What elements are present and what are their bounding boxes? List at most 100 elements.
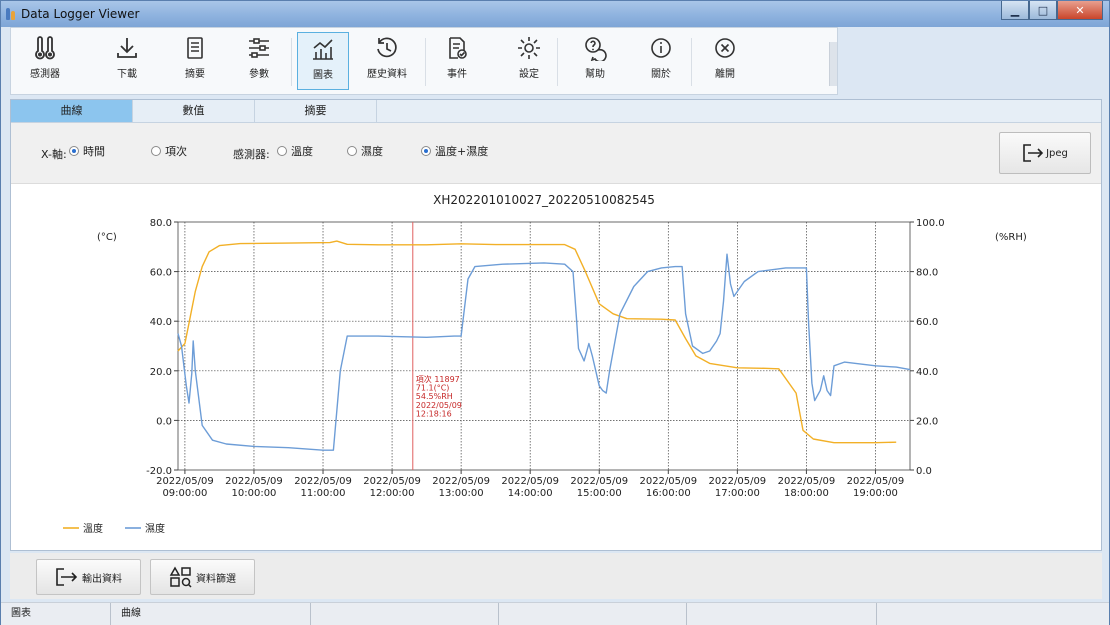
toolbar-label: 感測器 [30,69,60,80]
radio-label: 項次 [165,145,187,158]
y-tick-label-right: 100.0 [916,218,945,229]
x-tick-label-date: 2022/05/09 [501,476,559,487]
toolbar-label: 圖表 [313,70,333,81]
xaxis-time-radio[interactable]: 時間 [69,143,105,159]
xaxis-label: X-軸: [41,148,67,161]
x-tick-label-date: 2022/05/09 [778,476,836,487]
x-tick-label-date: 2022/05/09 [156,476,214,487]
toolbar-separator [425,38,426,86]
chart-title: XH202201010027_20220510082545 [433,193,655,207]
history-icon [377,37,397,58]
y-tick-label-left: 0.0 [156,416,172,427]
toolbar-help-button[interactable]: 幫助 [569,32,621,90]
y-tick-label-right: 60.0 [916,317,938,328]
window-title: Data Logger Viewer [21,7,140,21]
toolbar-label: 摘要 [185,69,205,80]
close-icon: ✕ [1075,3,1085,17]
y-tick-label-right: 40.0 [916,367,938,378]
toolbar-params-button[interactable]: 參數 [233,32,285,90]
document-icon [187,37,203,59]
plot-frame [177,221,911,471]
legend-label: 濕度 [145,522,165,535]
export-jpeg-label: Jpeg [1046,147,1068,159]
export-data-button[interactable]: 輸出資料 [36,559,141,595]
minimize-icon: ▁ [1010,3,1020,17]
toolbar-download-button[interactable]: 下載 [101,32,153,90]
toolbar-sensor-button[interactable]: 感測器 [19,32,71,90]
toolbar-about-button[interactable]: 關於 [635,32,687,90]
help-icon [585,37,607,61]
x-tick-label-date: 2022/05/09 [570,476,628,487]
maximize-button[interactable]: □ [1029,1,1057,20]
y-axis-left-label: (°C) [97,232,117,243]
toolbar-label: 幫助 [585,69,605,80]
app-window: Data Logger Viewer ▁ □ ✕ 感測器 下載 摘要 參數 圖表 [0,0,1110,625]
line-chart: XH202201010027_20220510082545 (°C) (%RH) 80… [63,193,1027,535]
app-logo-icon [6,8,18,20]
toolbar-label: 參數 [249,69,269,80]
window-controls: ▁ □ ✕ [1001,1,1103,20]
x-tick-label-time: 17:00:00 [715,488,760,499]
minimize-button[interactable]: ▁ [1001,1,1029,20]
toolbar-summary-button[interactable]: 摘要 [169,32,221,90]
toolbar-label: 歷史資料 [367,69,407,80]
sensor-both-radio[interactable]: 溫度+濕度 [421,143,488,159]
toolbar-settings-button[interactable]: 設定 [503,32,555,90]
toolbar-separator [691,38,692,86]
gear-icon [518,37,540,59]
tab-summary[interactable]: 摘要 [255,100,377,122]
y-tick-label-left: 80.0 [150,218,172,229]
status-cell-mode: 曲線 [111,603,311,625]
x-tick-label-time: 18:00:00 [784,488,829,499]
toolbar-history-button[interactable]: 歷史資料 [361,32,413,90]
chart-area: XH202201010027_20220510082545 (°C) (%RH) 80… [11,184,1101,550]
y-tick-label-left: 60.0 [150,268,172,279]
tab-strip: 曲線 數值 摘要 [11,100,1101,123]
export-icon [1023,144,1044,162]
radio-selected-icon [421,146,431,156]
toolbar-chart-button[interactable]: 圖表 [297,32,349,90]
toolbar-exit-button[interactable]: 離開 [699,32,751,90]
sensor-hum-radio[interactable]: 濕度 [347,143,383,159]
sensor-label: 感測器: [233,148,270,161]
radio-label: 溫度+濕度 [435,145,489,158]
filter-data-button[interactable]: 資料篩選 [150,559,255,595]
tab-values[interactable]: 數值 [133,100,255,122]
series-line-humidity [177,253,911,451]
tab-curve[interactable]: 曲線 [11,100,133,122]
status-cell [499,603,687,625]
event-icon [449,37,467,59]
radio-icon [347,146,357,156]
x-tick-label-time: 14:00:00 [508,488,553,499]
bottom-action-bar: 輸出資料 資料篩選 [10,553,1102,599]
legend-label: 溫度 [83,522,103,535]
radio-icon [151,146,161,156]
x-tick-label-time: 11:00:00 [301,488,346,499]
x-tick-label-time: 12:00:00 [370,488,415,499]
radio-label: 濕度 [361,145,383,158]
radio-label: 時間 [83,145,105,158]
chart-icon [313,39,333,60]
maximize-icon: □ [1037,3,1049,17]
cursor-marker-text: 12:18:16 [416,409,452,418]
toolbar-label: 離開 [715,69,735,80]
toolbar-separator [291,38,292,86]
x-tick-label-time: 09:00:00 [162,488,207,499]
radio-label: 溫度 [291,145,313,158]
status-cell [311,603,499,625]
export-jpeg-button[interactable]: Jpeg [999,132,1091,174]
chart-options-row: X-軸: 時間 項次 感測器: 溫度 濕度 溫度+濕度 Jpeg [11,123,1101,184]
close-window-button[interactable]: ✕ [1057,1,1103,20]
toolbar-grip[interactable] [829,42,837,86]
chart-panel: 曲線 數值 摘要 X-軸: 時間 項次 感測器: 溫度 濕度 溫度+濕度 Jpe… [10,99,1102,551]
toolbar-event-button[interactable]: 事件 [431,32,483,90]
y-tick-label-left: 20.0 [150,367,172,378]
xaxis-count-radio[interactable]: 項次 [151,143,187,159]
x-tick-label-time: 10:00:00 [232,488,277,499]
title-bar[interactable]: Data Logger Viewer ▁ □ ✕ [1,1,1109,27]
x-tick-label-time: 13:00:00 [439,488,484,499]
y-tick-label-right: 0.0 [916,466,932,477]
sensor-temp-radio[interactable]: 溫度 [277,143,313,159]
x-tick-label-time: 16:00:00 [646,488,691,499]
x-tick-label-date: 2022/05/09 [432,476,490,487]
